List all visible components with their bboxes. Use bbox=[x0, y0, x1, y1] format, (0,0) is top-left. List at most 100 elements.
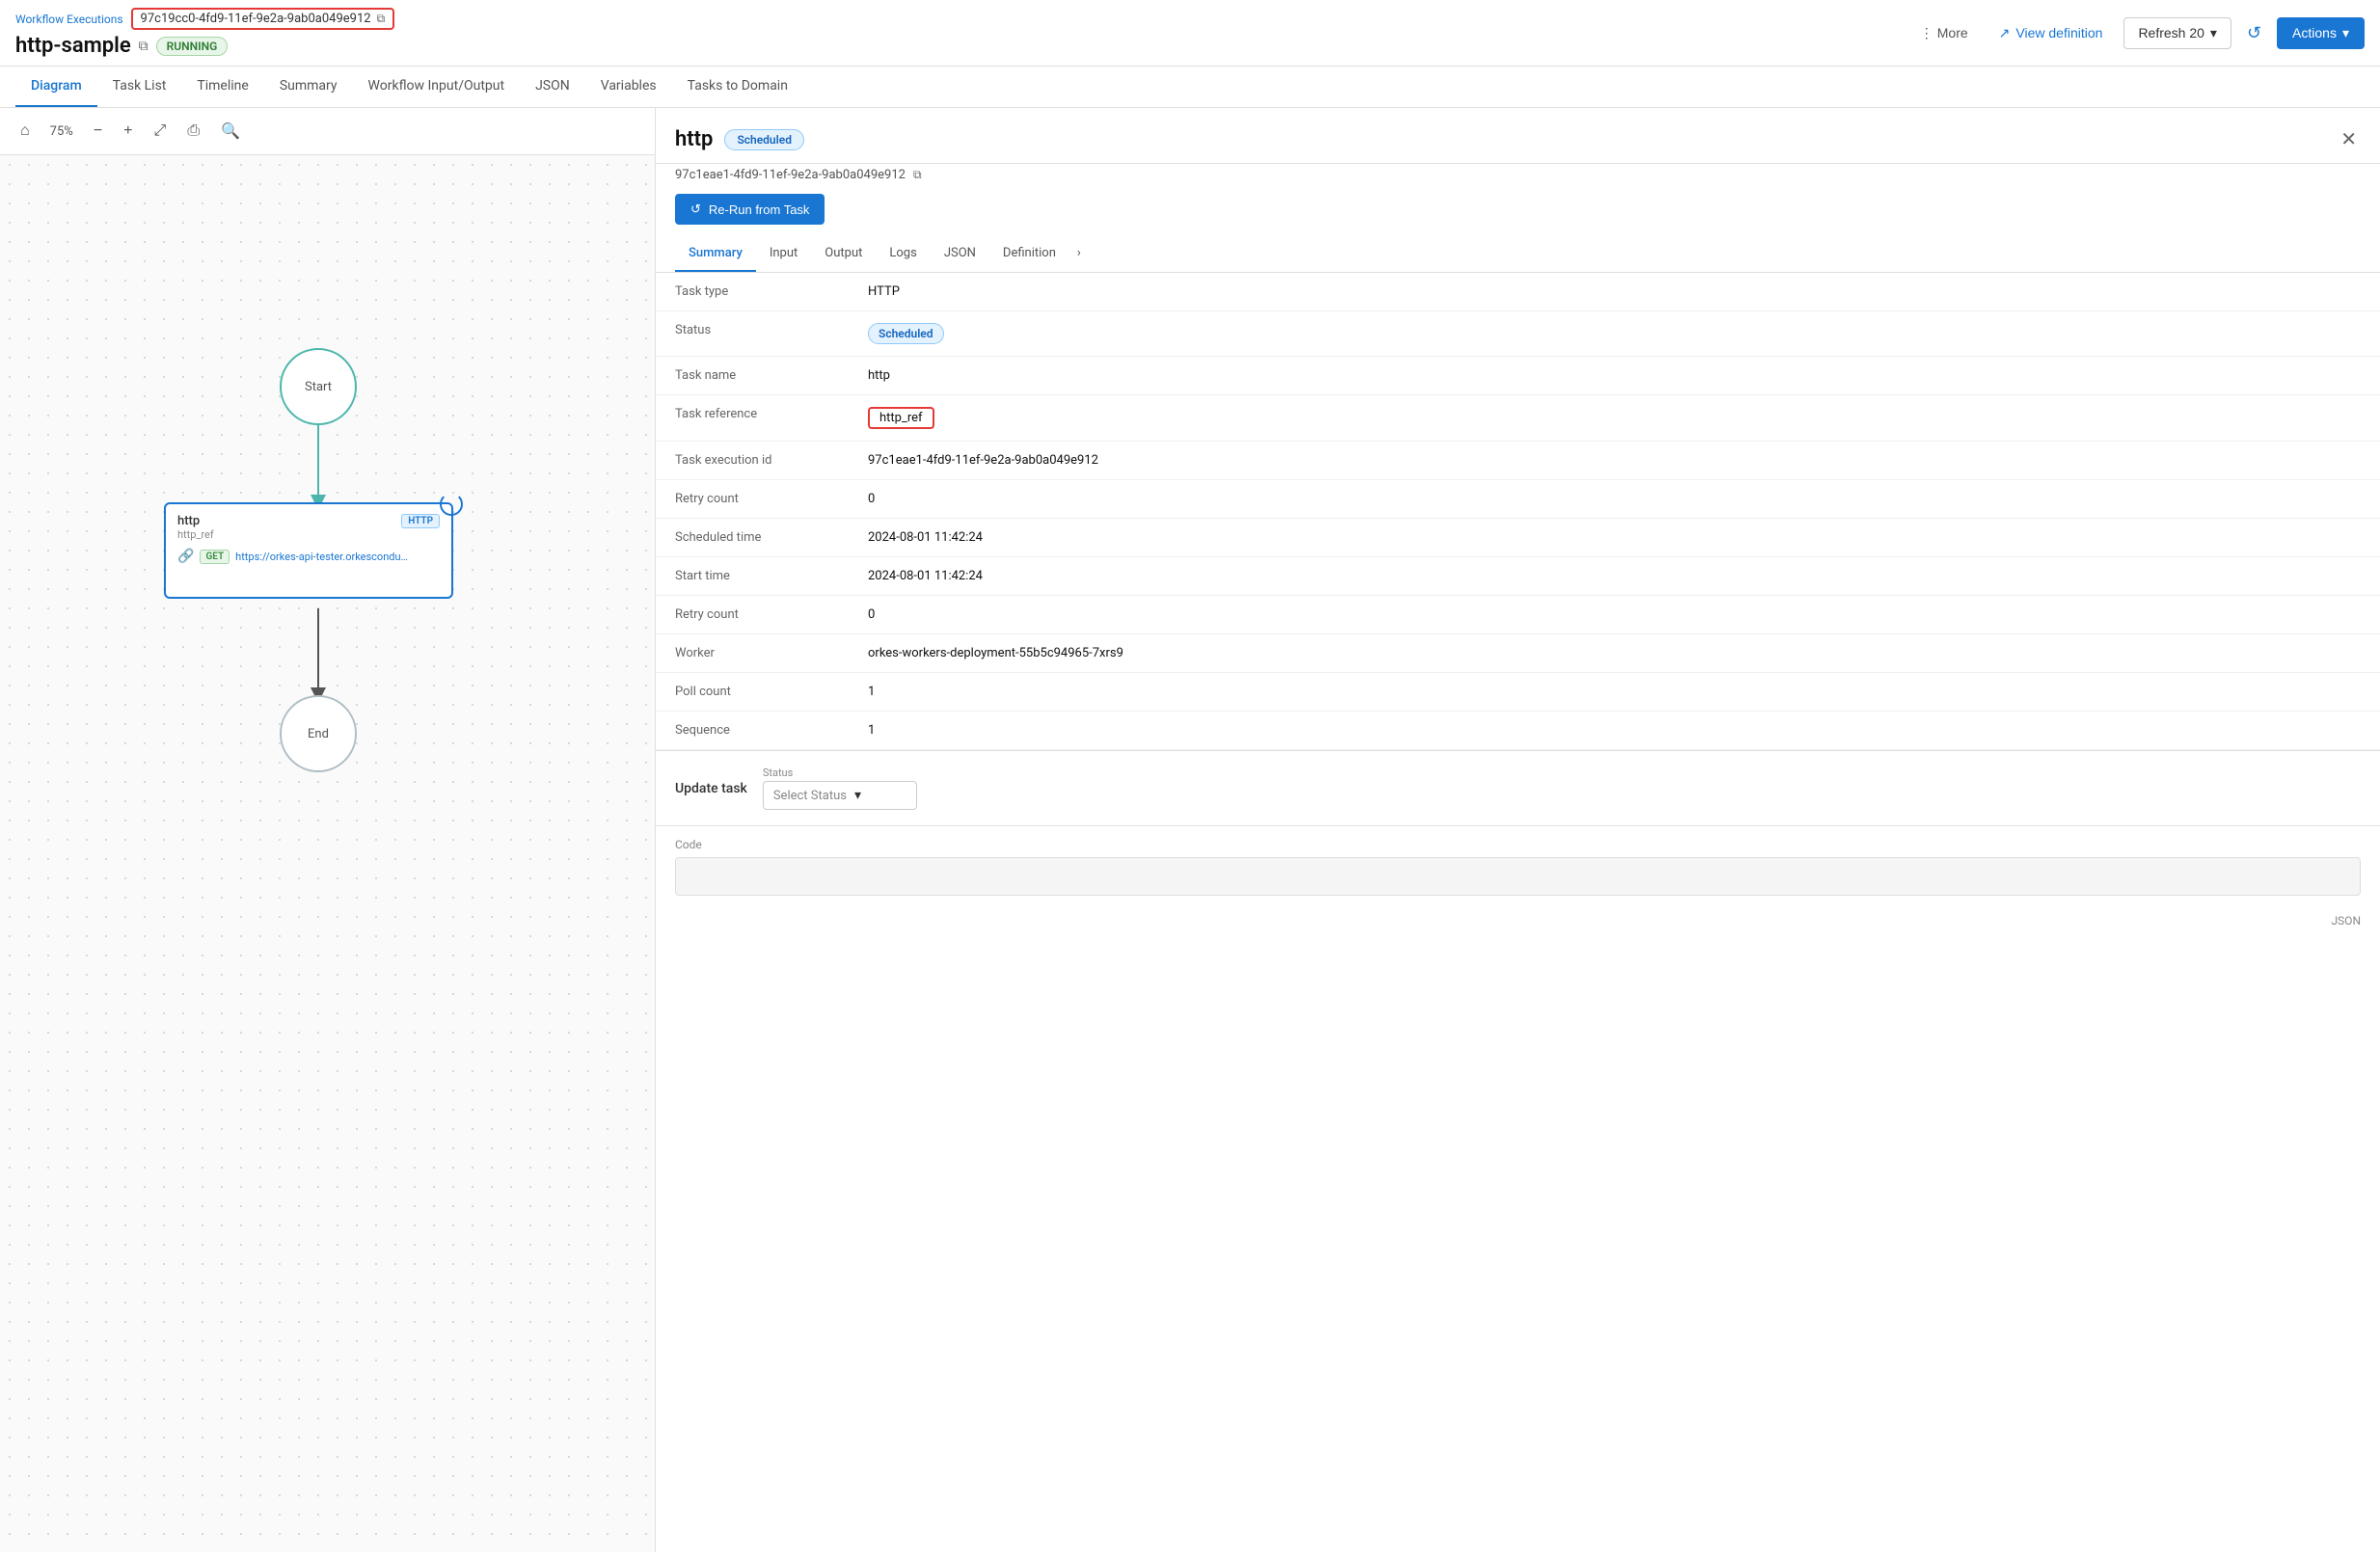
row-label: Retry count bbox=[656, 596, 849, 634]
detail-tab-output[interactable]: Output bbox=[811, 236, 876, 272]
row-value: orkes-workers-deployment-55b5c94965-7xrs… bbox=[849, 634, 2380, 673]
diagram-canvas[interactable]: Start http http_ref HTTP 🔗 GET https://o… bbox=[0, 155, 655, 1549]
tab-variables[interactable]: Variables bbox=[585, 67, 672, 107]
right-panel-title: http Scheduled bbox=[675, 127, 804, 151]
json-bottom-label: JSON bbox=[2331, 914, 2361, 928]
get-badge: GET bbox=[200, 550, 230, 564]
row-value: 1 bbox=[849, 712, 2380, 750]
row-value: 1 bbox=[849, 673, 2380, 712]
chevron-down-icon: ▾ bbox=[2210, 25, 2217, 41]
print-button[interactable]: ⎙ bbox=[178, 117, 208, 146]
node-start[interactable]: Start bbox=[280, 348, 357, 425]
header-actions: ⋮ More ↗ View definition Refresh 20 ▾ ↺ … bbox=[1910, 17, 2365, 49]
node-http-type-badge: HTTP bbox=[401, 514, 440, 528]
detail-tab-json[interactable]: JSON bbox=[931, 236, 989, 272]
url-text: https://orkes-api-tester.orkesconduc... bbox=[235, 551, 409, 563]
row-value: 2024-08-01 11:42:24 bbox=[849, 519, 2380, 557]
refresh-button[interactable]: Refresh 20 ▾ bbox=[2123, 17, 2231, 49]
reset-button[interactable]: ↺ bbox=[2241, 17, 2267, 49]
row-label: Sequence bbox=[656, 712, 849, 750]
row-label: Retry count bbox=[656, 480, 849, 519]
node-http-name: http bbox=[177, 514, 214, 528]
main-content: ⌂ 75% − + ⤢ ⎙ 🔍 bbox=[0, 108, 2380, 1552]
table-row: Task type HTTP bbox=[656, 273, 2380, 311]
search-button[interactable]: 🔍 bbox=[212, 116, 249, 147]
workflow-status-badge: RUNNING bbox=[156, 37, 229, 56]
rerun-icon: ↺ bbox=[690, 202, 701, 217]
status-badge: Scheduled bbox=[868, 323, 944, 344]
table-row: Retry count 0 bbox=[656, 596, 2380, 634]
node-http-name-ref: http http_ref bbox=[177, 514, 214, 541]
table-row: Start time 2024-08-01 11:42:24 bbox=[656, 557, 2380, 596]
table-row: Scheduled time 2024-08-01 11:42:24 bbox=[656, 519, 2380, 557]
detail-tab-definition[interactable]: Definition bbox=[989, 236, 1069, 272]
task-exec-id-text: 97c1eae1-4fd9-11ef-9e2a-9ab0a049e912 bbox=[675, 168, 906, 182]
status-select-group: Status Select Status ▾ bbox=[763, 767, 917, 810]
workflow-id-box: 97c19cc0-4fd9-11ef-9e2a-9ab0a049e912 ⧉ bbox=[131, 8, 395, 30]
copy-name-icon[interactable]: ⧉ bbox=[139, 39, 149, 54]
table-row: Task name http bbox=[656, 357, 2380, 395]
zoom-in-button[interactable]: + bbox=[115, 117, 141, 146]
close-button[interactable]: ✕ bbox=[2337, 123, 2361, 155]
diagram-toolbar: ⌂ 75% − + ⤢ ⎙ 🔍 bbox=[0, 108, 655, 155]
row-value: http_ref bbox=[849, 395, 2380, 442]
workflow-id-row: Workflow Executions 97c19cc0-4fd9-11ef-9… bbox=[15, 8, 1899, 30]
workflow-id-text: 97c19cc0-4fd9-11ef-9e2a-9ab0a049e912 bbox=[141, 12, 371, 26]
row-value: 2024-08-01 11:42:24 bbox=[849, 557, 2380, 596]
row-value: http bbox=[849, 357, 2380, 395]
detail-tab-input[interactable]: Input bbox=[756, 236, 811, 272]
actions-button[interactable]: Actions ▾ bbox=[2277, 17, 2365, 49]
home-button[interactable]: ⌂ bbox=[12, 117, 39, 146]
workflow-name: http-sample bbox=[15, 34, 131, 58]
node-http[interactable]: http http_ref HTTP 🔗 GET https://orkes-a… bbox=[164, 502, 453, 599]
zoom-label: 75% bbox=[42, 121, 81, 143]
code-label: Code bbox=[675, 838, 2361, 851]
node-spinner bbox=[440, 493, 463, 516]
actions-chevron-icon: ▾ bbox=[2342, 25, 2349, 41]
tab-summary[interactable]: Summary bbox=[264, 67, 353, 107]
more-button[interactable]: ⋮ More bbox=[1910, 19, 1978, 47]
update-task-label: Update task bbox=[675, 781, 747, 796]
rerun-button[interactable]: ↺ Re-Run from Task bbox=[675, 194, 825, 225]
row-value: HTTP bbox=[849, 273, 2380, 311]
tab-json[interactable]: JSON bbox=[520, 67, 585, 107]
tab-workflow-input-output[interactable]: Workflow Input/Output bbox=[353, 67, 521, 107]
workflow-name-row: http-sample ⧉ RUNNING bbox=[15, 34, 1899, 58]
detail-tab-more-icon[interactable]: › bbox=[1069, 236, 1089, 272]
tab-task-list[interactable]: Task List bbox=[97, 67, 182, 107]
status-select-chevron-icon: ▾ bbox=[854, 788, 861, 803]
task-exec-id-row: 97c1eae1-4fd9-11ef-9e2a-9ab0a049e912 ⧉ bbox=[656, 164, 2380, 190]
tab-timeline[interactable]: Timeline bbox=[181, 67, 263, 107]
link-icon: 🔗 bbox=[177, 549, 194, 564]
copy-workflow-id-icon[interactable]: ⧉ bbox=[377, 12, 386, 26]
zoom-out-button[interactable]: − bbox=[85, 117, 111, 146]
right-panel-header: http Scheduled ✕ bbox=[656, 108, 2380, 164]
row-label: Start time bbox=[656, 557, 849, 596]
diagram-panel: ⌂ 75% − + ⤢ ⎙ 🔍 bbox=[0, 108, 656, 1552]
node-http-url: 🔗 GET https://orkes-api-tester.orkescond… bbox=[177, 549, 440, 564]
copy-exec-id-icon[interactable]: ⧉ bbox=[913, 168, 922, 182]
table-row: Task reference http_ref bbox=[656, 395, 2380, 442]
row-label: Task reference bbox=[656, 395, 849, 442]
tab-tasks-to-domain[interactable]: Tasks to Domain bbox=[672, 67, 803, 107]
app-header: Workflow Executions 97c19cc0-4fd9-11ef-9… bbox=[0, 0, 2380, 67]
detail-tab-summary[interactable]: Summary bbox=[675, 236, 756, 272]
header-left: Workflow Executions 97c19cc0-4fd9-11ef-9… bbox=[15, 8, 1899, 58]
table-row: Status Scheduled bbox=[656, 311, 2380, 357]
row-label: Task name bbox=[656, 357, 849, 395]
table-row: Poll count 1 bbox=[656, 673, 2380, 712]
tab-diagram[interactable]: Diagram bbox=[15, 67, 97, 107]
right-panel: http Scheduled ✕ 97c1eae1-4fd9-11ef-9e2a… bbox=[656, 108, 2380, 1552]
breadcrumb[interactable]: Workflow Executions bbox=[15, 13, 123, 26]
status-select[interactable]: Select Status ▾ bbox=[763, 781, 917, 810]
row-label: Poll count bbox=[656, 673, 849, 712]
status-select-legend: Status bbox=[763, 767, 917, 779]
row-label: Task execution id bbox=[656, 442, 849, 480]
view-definition-button[interactable]: ↗ View definition bbox=[1988, 19, 2115, 47]
detail-tab-logs[interactable]: Logs bbox=[876, 236, 930, 272]
node-end[interactable]: End bbox=[280, 695, 357, 772]
fit-button[interactable]: ⤢ bbox=[146, 117, 176, 146]
row-label: Scheduled time bbox=[656, 519, 849, 557]
code-area[interactable] bbox=[675, 857, 2361, 896]
status-select-placeholder: Select Status bbox=[773, 789, 847, 803]
